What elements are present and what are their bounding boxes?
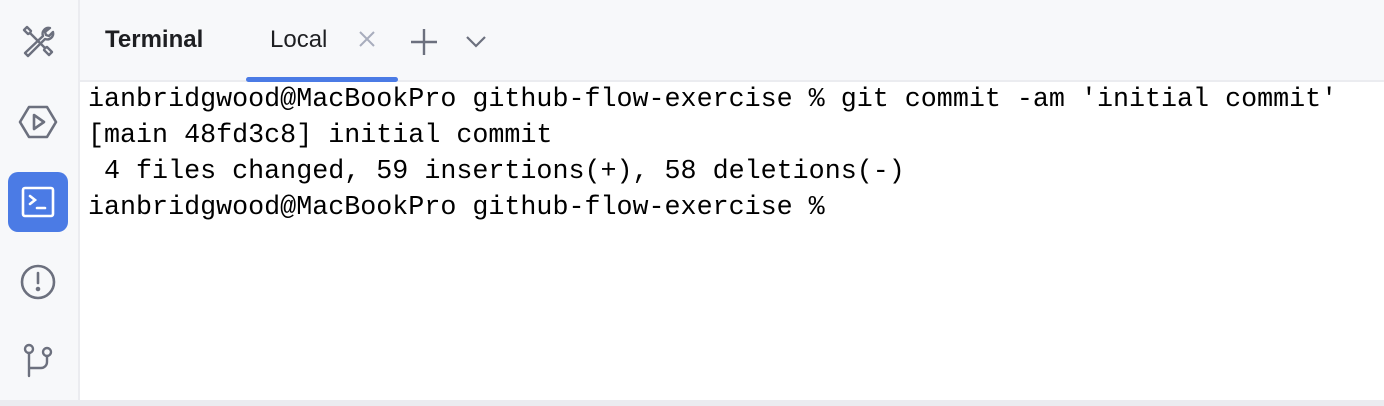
chevron-down-icon[interactable] [465,30,487,57]
build-tools-button[interactable] [8,12,68,72]
terminal-button[interactable] [8,172,68,232]
git-branch-icon [23,343,53,378]
tab-label: Local [270,26,328,53]
run-hexagon-icon [18,105,58,139]
tool-window-sidebar [0,0,80,400]
git-button[interactable] [8,330,68,390]
exclamation-circle-icon [20,264,56,300]
new-tab-plus-icon[interactable] [410,28,438,61]
terminal-line: [main 48fd3c8] initial commit [88,121,553,151]
wrench-screwdriver-icon [22,25,55,58]
terminal-line: ianbridgwood@MacBookPro github-flow-exer… [88,85,1338,115]
close-tab-icon[interactable] [358,30,376,53]
tool-window-title: Terminal [105,26,204,53]
status-strip [0,400,1384,406]
problems-button[interactable] [8,252,68,312]
run-button[interactable] [8,92,68,152]
terminal-prompt: ianbridgwood@MacBookPro github-flow-exer… [88,193,841,223]
terminal-output[interactable]: ianbridgwood@MacBookPro github-flow-exer… [80,82,1384,400]
tab-local[interactable]: Local [246,0,398,82]
terminal-line: 4 files changed, 59 insertions(+), 58 de… [88,157,905,187]
terminal-header: Terminal Local [80,0,1384,82]
terminal-icon [21,186,55,218]
